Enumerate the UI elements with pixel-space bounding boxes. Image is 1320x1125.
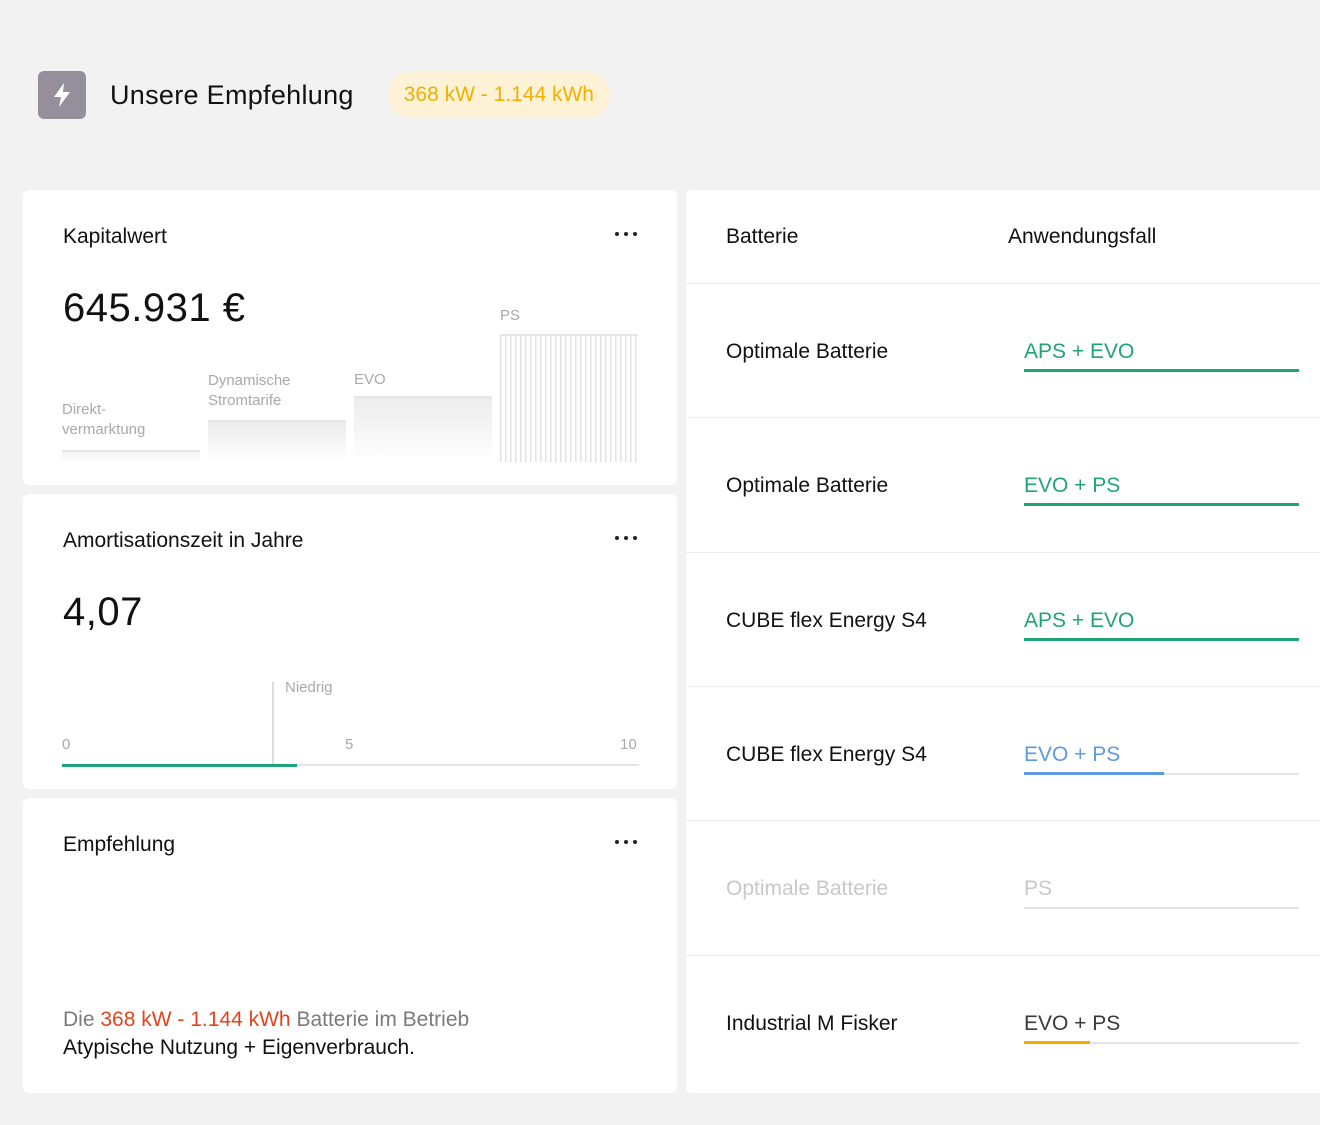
table-row[interactable]: Industrial M Fisker EVO + PS	[686, 954, 1320, 1089]
highlight-capacity: 368 kW - 1.144 kWh	[100, 1008, 291, 1031]
battery-name: Optimale Batterie	[726, 877, 889, 901]
capacity-badge: 368 kW - 1.144 kWh	[387, 72, 610, 118]
bar-label-direktvermarktung: Direkt- vermarktung	[62, 401, 146, 438]
card-title: Kapitalwert	[63, 225, 167, 248]
usecase-score-track	[1024, 771, 1299, 775]
usecase-score-track	[1024, 503, 1299, 507]
usecase-score-track	[1024, 369, 1299, 372]
empfehlung-card: Empfehlung Die 368 kW - 1.144 kWh Batter…	[23, 798, 677, 1093]
usecase-label: EVO + PS	[1024, 1011, 1121, 1035]
table-row[interactable]: Optimale Batterie PS	[686, 820, 1320, 954]
usecase-score-track	[1024, 907, 1299, 910]
scale-min-label: 0	[62, 736, 71, 753]
bar-label-evo: EVO	[354, 371, 386, 388]
bar-ps	[500, 334, 638, 462]
battery-name: CUBE flex Energy S4	[726, 742, 927, 766]
header: Unsere Empfehlung 368 kW - 1.144 kWh	[38, 71, 610, 119]
usecase-score-track	[1024, 637, 1299, 641]
marker-label: Niedrig	[285, 679, 333, 696]
scale-mid-label: 5	[345, 736, 354, 753]
usecase-label: PS	[1024, 877, 1053, 901]
table-row[interactable]: Optimale Batterie EVO + PS	[686, 417, 1320, 551]
battery-name: CUBE flex Energy S4	[726, 608, 927, 632]
usecase-score-track	[1024, 1040, 1299, 1044]
usecase-label: APS + EVO	[1024, 340, 1135, 363]
usecase-score-fill	[1024, 1040, 1090, 1044]
usecase-label: EVO + PS	[1024, 742, 1121, 766]
card-title: Amortisationszeit in Jahre	[63, 529, 304, 552]
more-options-icon[interactable]	[611, 228, 641, 240]
amortisation-value: 4,07	[63, 590, 143, 634]
more-options-icon[interactable]	[611, 532, 641, 544]
usecase-label: EVO + PS	[1024, 474, 1121, 498]
table-row[interactable]: Optimale Batterie APS + EVO	[686, 283, 1320, 417]
battery-name: Optimale Batterie	[726, 474, 889, 498]
battery-name: Optimale Batterie	[726, 340, 889, 363]
usecase-label: APS + EVO	[1024, 608, 1135, 632]
column-header-usecase: Anwendungsfall	[1008, 225, 1157, 248]
marker-line	[272, 682, 274, 764]
battery-name: Industrial M Fisker	[726, 1011, 898, 1035]
table-row[interactable]: CUBE flex Energy S4 APS + EVO	[686, 551, 1320, 686]
bar-label-ps: PS	[500, 307, 521, 324]
kapitalwert-value: 645.931 €	[63, 286, 246, 330]
more-options-icon[interactable]	[611, 836, 641, 848]
scale-track	[62, 763, 639, 767]
bar-evo	[354, 396, 492, 462]
usecase-score-fill	[1024, 369, 1299, 372]
bar-direktvermarktung	[62, 450, 200, 462]
page-title: Unsere Empfehlung	[110, 79, 354, 110]
usecase-score-fill	[1024, 637, 1299, 641]
amortisation-card: Amortisationszeit in Jahre 4,07 0 5 10 N…	[23, 494, 677, 789]
scale-progress	[62, 763, 297, 767]
kapitalwert-card: Kapitalwert 645.931 € Direkt- vermarktun…	[23, 190, 677, 485]
recommendation-text: Die 368 kW - 1.144 kWh Batterie im Betri…	[63, 1008, 470, 1059]
column-header-battery: Batterie	[726, 225, 799, 248]
lightning-bolt-icon	[38, 71, 86, 119]
table-row[interactable]: CUBE flex Energy S4 EVO + PS	[686, 685, 1320, 820]
bar-label-dynamische-stromtarife: Dynamische Stromtarife	[208, 372, 291, 409]
card-title: Empfehlung	[63, 833, 176, 856]
scale-max-label: 10	[620, 736, 637, 753]
usecase-score-fill	[1024, 503, 1299, 507]
bar-dynamische-stromtarife	[208, 420, 346, 462]
usecase-score-fill	[1024, 771, 1165, 775]
battery-table: Batterie Anwendungsfall Optimale Batteri…	[686, 190, 1320, 1093]
